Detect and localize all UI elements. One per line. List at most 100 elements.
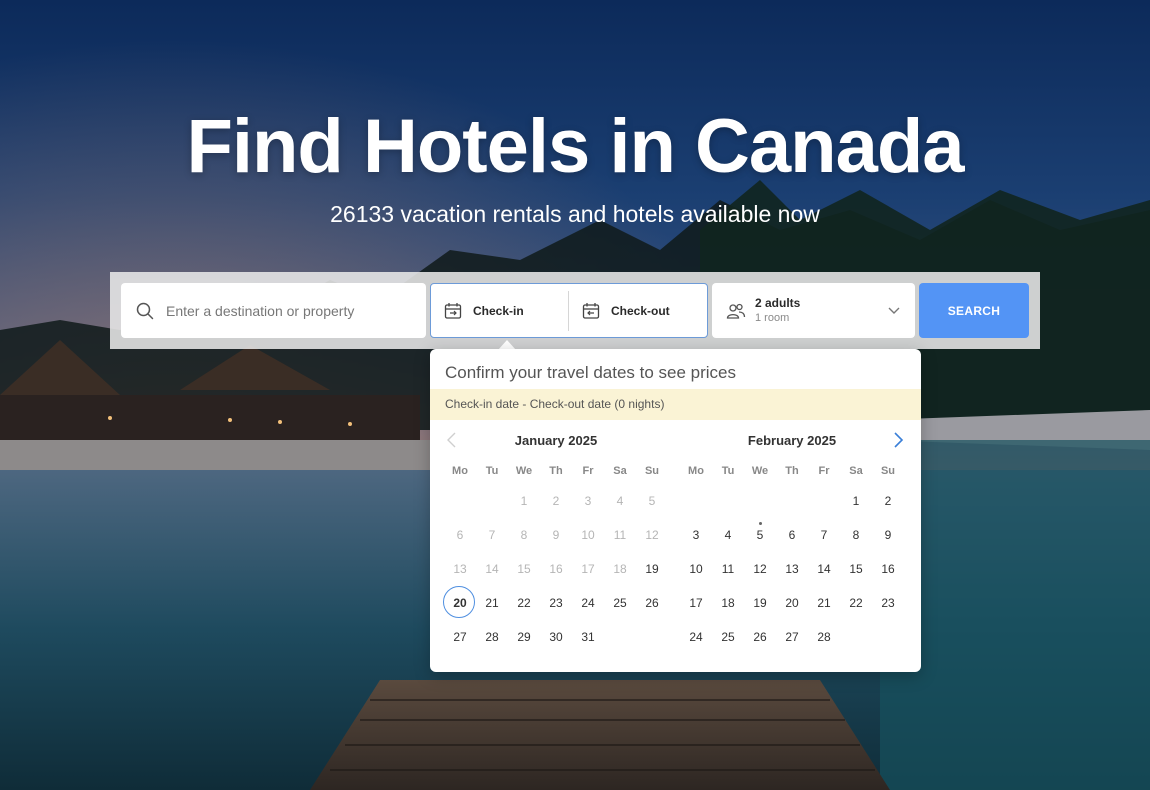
weekday-label: We [515,465,533,477]
calendar-day[interactable]: 5 [744,518,776,552]
calendar-day: 5 [648,494,656,508]
calendar-day: 9 [552,528,560,542]
calendar-day[interactable]: 6 [776,518,808,552]
check-in-label: Check-in [473,303,524,318]
weekday-label: Sa [849,465,863,477]
guests-rooms: 1 room [755,312,790,324]
people-icon [726,301,746,321]
calendar-day: 3 [584,494,592,508]
calendar-day[interactable]: 17 [680,586,712,620]
date-picker-popup: Confirm your travel dates to see prices … [430,349,921,672]
calendar-empty-cell [776,484,808,518]
calendar-day[interactable]: 12 [744,552,776,586]
check-out-label: Check-out [611,303,670,318]
calendar-day[interactable]: 19 [636,552,668,586]
calendar-day: 12 [645,528,659,542]
guests-adults: 2 adults [755,296,801,310]
calendar-day: 4 [616,494,624,508]
calendar-day[interactable]: 23 [872,586,904,620]
month-title: January 2025 [514,433,598,448]
calendar-day[interactable]: 19 [744,586,776,620]
destination-field[interactable] [121,283,426,338]
calendar-day[interactable]: 4 [712,518,744,552]
weekday-label: Fr [818,465,830,477]
weekday-label: Fr [582,465,594,477]
weekday-header: Mo Tu We Th Fr Sa Su [680,464,904,478]
guests-selector[interactable]: 2 adults 1 room [712,283,915,338]
calendar-day[interactable]: 25 [712,620,744,654]
calendar-day: 1 [520,494,528,508]
page-subtitle: 26133 vacation rentals and hotels availa… [330,201,820,227]
calendar-day[interactable]: 9 [872,518,904,552]
calendar-day[interactable]: 3 [680,518,712,552]
calendar-icon [582,302,600,320]
calendar-day: 13 [453,562,467,576]
calendar-day: 10 [581,528,595,542]
weekday-label: Th [549,465,563,477]
weekday-label: Su [644,465,660,477]
check-out-button[interactable]: Check-out [569,291,707,331]
search-bar: Check-in Check-out [110,272,1040,349]
page-title: Find Hotels in Canada [186,104,964,189]
calendar-day[interactable]: 15 [840,552,872,586]
search-icon [135,301,155,321]
calendar-day[interactable]: 21 [808,586,840,620]
calendar-day[interactable]: 20 [443,586,476,620]
calendar-day[interactable]: 26 [744,620,776,654]
calendar-day[interactable]: 26 [636,586,668,620]
calendar-day[interactable]: 14 [808,552,840,586]
calendar-day[interactable]: 7 [808,518,840,552]
calendar-day[interactable]: 11 [712,552,744,586]
destination-input[interactable] [164,301,418,320]
calendar-day: 15 [517,562,531,576]
calendar-day[interactable]: 1 [840,484,872,518]
date-range-summary: Check-in date - Check-out date (0 nights… [430,389,921,420]
calendar-day[interactable]: 8 [840,518,872,552]
calendar-title: Confirm your travel dates to see prices [445,363,737,382]
calendar-empty-cell [744,484,776,518]
calendar-day: 2 [552,494,560,508]
calendar-day: 8 [520,528,528,542]
weekday-label: Mo [452,465,468,477]
chevron-down-icon [887,303,901,317]
weekday-header: Mo Tu We Th Fr Sa Su [444,464,668,478]
calendar-day[interactable]: 25 [604,586,636,620]
calendar-day[interactable]: 2 [872,484,904,518]
calendar-day[interactable]: 28 [808,620,840,654]
calendar-day[interactable]: 24 [572,586,604,620]
calendar-day[interactable]: 10 [680,552,712,586]
calendar-day: 14 [485,562,499,576]
weekday-label: We [751,465,769,477]
calendar-day[interactable]: 29 [508,620,540,654]
day-number: 20 [453,596,467,610]
calendar-day[interactable]: 31 [572,620,604,654]
calendar-day[interactable]: 13 [776,552,808,586]
calendar-day[interactable]: 18 [712,586,744,620]
page: Find Hotels in Canada 26133 vacation ren… [0,0,1150,790]
calendar-day[interactable]: 24 [680,620,712,654]
calendar-day[interactable]: 28 [476,620,508,654]
month-january: January 2025 Mo Tu We Th Fr Sa Su 1 2 3 4 5 6 7 8 9 10 1… [443,433,668,654]
calendar-empty-cell [680,484,712,518]
search-button[interactable]: SEARCH [919,283,1029,338]
day-grid: 1 2 3 4 5 6 7 8 9 10 11 12 13 14 15 16 17 18 19 20 21 22 23 24 2… [443,484,668,654]
weekday-label: Sa [613,465,627,477]
check-in-button[interactable]: Check-in [431,290,569,331]
calendar-day[interactable]: 22 [840,586,872,620]
calendar-empty-cell [476,484,508,518]
calendar-day[interactable]: 21 [476,586,508,620]
calendar-day[interactable]: 27 [444,620,476,654]
weekday-label: Mo [688,465,704,477]
calendar-day[interactable]: 20 [776,586,808,620]
day-grid: 1 2 3 4 5 6 7 8 9 10 11 12 13 14 15 16 17 18 19 20 21 22 23 24 2… [680,484,904,654]
weekday-label: Tu [485,465,499,477]
calendar-day[interactable]: 30 [540,620,572,654]
calendar-day[interactable]: 27 [776,620,808,654]
month-title: February 2025 [747,433,837,448]
calendar-empty-cell [808,484,840,518]
calendar-day: 17 [581,562,595,576]
calendar-day[interactable]: 22 [508,586,540,620]
calendar-day: 18 [613,562,627,576]
calendar-day[interactable]: 23 [540,586,572,620]
calendar-day[interactable]: 16 [872,552,904,586]
